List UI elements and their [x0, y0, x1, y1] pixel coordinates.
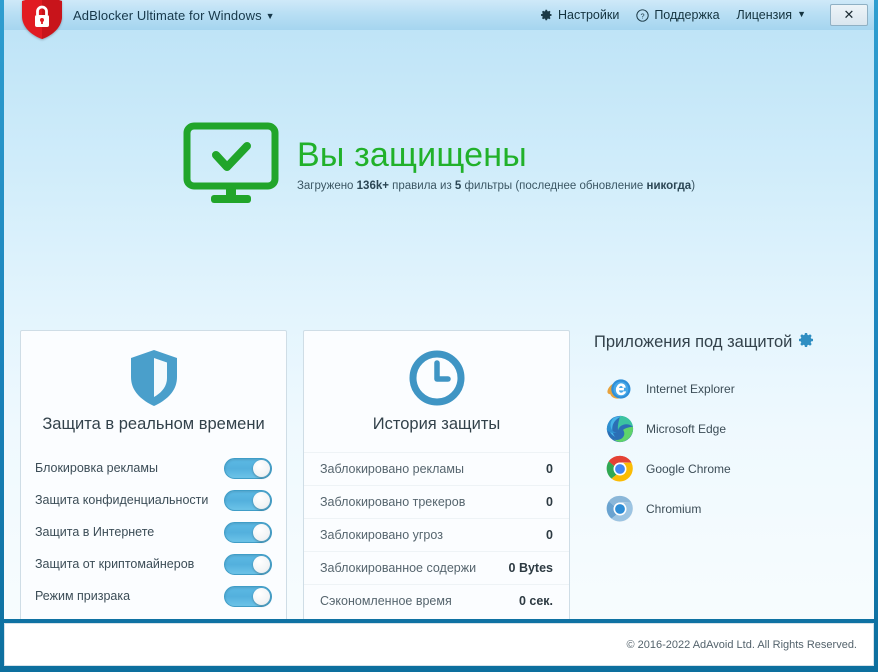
stat-label: Заблокировано угроз — [320, 528, 443, 542]
footer-bar: © 2016-2022 AdAvoid Ltd. All Rights Rese… — [4, 623, 874, 666]
stat-label: Сэкономленное время — [320, 594, 452, 608]
stat-label: Заблокировано рекламы — [320, 462, 464, 476]
last-update-value: никогда — [646, 179, 692, 192]
close-icon: ✕ — [843, 7, 855, 22]
toggle-label: Защита конфиденциальности — [35, 493, 209, 507]
toggle-knob — [253, 491, 270, 509]
app-name: Google Chrome — [646, 462, 731, 476]
hero-status: Вы защищены Загружено 136k+ правила из 5… — [4, 30, 874, 206]
page-title: Вы защищены — [296, 136, 527, 175]
toggle-knob — [253, 523, 270, 541]
toggle-switch-ghost-mode[interactable] — [224, 585, 272, 607]
main-content: Вы защищены Загружено 136k+ правила из 5… — [4, 30, 874, 619]
stat-row-trackers-blocked: Заблокировано трекеров 0 — [304, 485, 569, 518]
chevron-down-icon: ▼ — [797, 9, 806, 19]
toggle-knob — [253, 459, 270, 477]
stat-value: 0 — [546, 528, 553, 542]
chromium-icon — [606, 495, 634, 523]
close-button[interactable]: ✕ — [830, 4, 868, 26]
toggle-row-cryptominer[interactable]: Защита от криптомайнеров — [21, 548, 286, 580]
toggle-row-web-protection[interactable]: Защита в Интернете — [21, 516, 286, 548]
realtime-protection-title: Защита в реальном времени — [42, 415, 265, 433]
monitor-check-icon — [183, 122, 279, 203]
shield-icon — [21, 347, 286, 409]
question-circle-icon: ? — [636, 8, 649, 22]
stat-row-threats-blocked: Заблокировано угроз 0 — [304, 518, 569, 551]
protection-history-title: История защиты — [372, 415, 501, 433]
menu-item-settings[interactable]: Настройки — [541, 8, 619, 22]
stat-value: 0 сек. — [518, 594, 553, 608]
stat-row-content-blocked: Заблокированное содержи 0 Bytes — [304, 551, 569, 584]
menu-item-support[interactable]: ? Поддержка — [636, 8, 720, 22]
menu-item-license[interactable]: Лицензия ▼ — [737, 8, 806, 22]
gear-icon — [541, 9, 553, 21]
app-row-google-chrome[interactable]: Google Chrome — [594, 449, 860, 489]
app-title-menu[interactable]: AdBlocker Ultimate for Windows ▼ — [73, 8, 275, 23]
stat-value: 0 — [546, 462, 553, 476]
toggle-label: Блокировка рекламы — [35, 461, 158, 475]
copyright-text: © 2016-2022 AdAvoid Ltd. All Rights Rese… — [626, 638, 858, 651]
stat-row-ads-blocked: Заблокировано рекламы 0 — [304, 452, 569, 485]
toggle-switch-ad-block[interactable] — [224, 457, 272, 479]
toggle-label: Защита в Интернете — [35, 525, 155, 539]
gear-icon[interactable] — [799, 332, 815, 353]
menu-item-license-label: Лицензия — [736, 8, 793, 22]
app-row-chromium[interactable]: Chromium — [594, 489, 860, 529]
app-title-text: AdBlocker Ultimate for Windows — [73, 7, 262, 23]
microsoft-edge-icon — [606, 415, 634, 443]
app-name: Chromium — [646, 502, 702, 516]
toggle-knob — [253, 555, 270, 573]
app-row-internet-explorer[interactable]: Internet Explorer — [594, 369, 860, 409]
status-mid2: фильтры (последнее обновление — [461, 179, 647, 192]
toggle-switch-web-protection[interactable] — [224, 521, 272, 543]
protected-apps-panel: Приложения под защитой Internet Explorer… — [586, 330, 860, 619]
panels-row: Защита в реальном времени Блокировка рек… — [4, 330, 874, 619]
protection-history-card: История защиты Заблокировано рекламы 0 З… — [303, 330, 570, 619]
chevron-down-icon: ▼ — [265, 10, 275, 21]
title-bar-menu: Настройки ? Поддержка Лицензия ▼ ✕ — [541, 0, 874, 30]
toggle-switch-cryptominer[interactable] — [224, 553, 272, 575]
stat-row-time-saved: Сэкономленное время 0 сек. — [304, 584, 569, 617]
internet-explorer-icon — [607, 379, 631, 399]
toggle-switch-privacy[interactable] — [224, 489, 272, 511]
title-bar: AdBlocker Ultimate for Windows ▼ Настройк… — [4, 0, 874, 39]
rules-count: 136k+ — [356, 179, 389, 192]
status-suffix: ) — [691, 179, 696, 192]
realtime-protection-card: Защита в реальном времени Блокировка рек… — [20, 330, 287, 619]
clock-icon — [304, 347, 569, 409]
app-window: AdBlocker Ultimate for Windows ▼ Настройк… — [0, 0, 878, 672]
stat-label: Заблокированное содержи — [320, 561, 477, 575]
google-chrome-icon — [606, 455, 634, 483]
menu-item-settings-label: Настройки — [558, 8, 620, 22]
toggle-row-privacy[interactable]: Защита конфиденциальности — [21, 484, 286, 516]
red-shield-lock-icon — [22, 0, 62, 39]
status-mid: правила из — [388, 179, 455, 192]
toggle-label: Защита от криптомайнеров — [35, 557, 195, 571]
hero-text: Вы защищены Загружено 136k+ правила из 5… — [296, 136, 695, 192]
toggle-label: Режим призрака — [35, 589, 131, 603]
stat-value: 0 — [546, 495, 553, 509]
status-prefix: Загружено — [296, 179, 357, 192]
protected-apps-header: Приложения под защитой — [594, 332, 860, 353]
app-name: Internet Explorer — [646, 382, 735, 396]
stat-value: 0 Bytes — [508, 561, 553, 575]
app-row-microsoft-edge[interactable]: Microsoft Edge — [594, 409, 860, 449]
filters-status: Загружено 136k+ правила из 5 фильтры (по… — [297, 180, 695, 192]
stat-label: Заблокировано трекеров — [320, 495, 466, 509]
menu-item-support-label: Поддержка — [654, 8, 720, 22]
toggle-row-ad-block[interactable]: Блокировка рекламы — [21, 452, 286, 484]
toggle-row-ghost-mode[interactable]: Режим призрака — [21, 580, 286, 612]
app-name: Microsoft Edge — [646, 422, 727, 436]
svg-text:?: ? — [641, 11, 645, 20]
toggle-knob — [253, 587, 270, 605]
protected-apps-title: Приложения под защитой — [594, 333, 793, 351]
